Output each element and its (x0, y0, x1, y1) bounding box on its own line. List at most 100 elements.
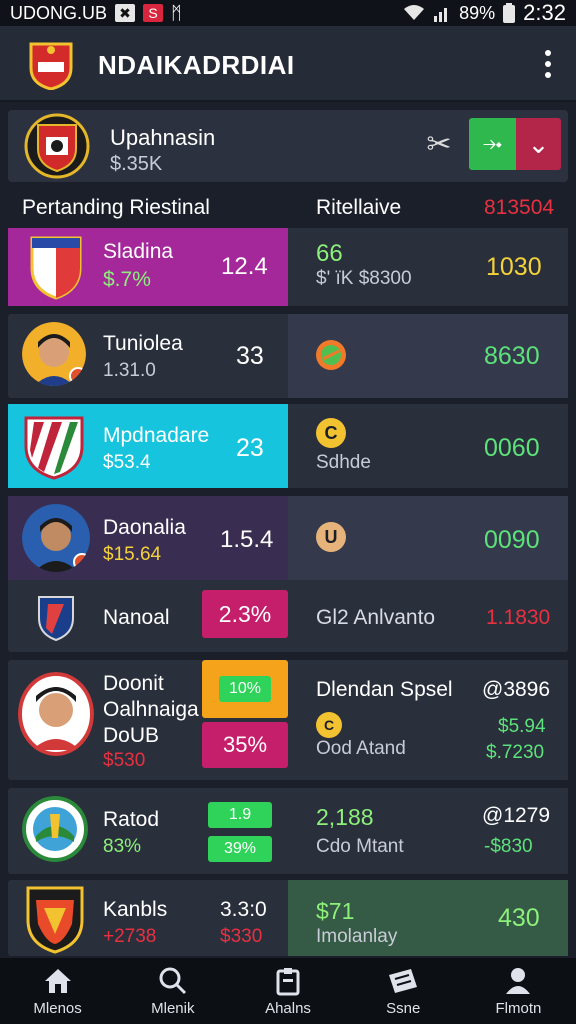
nav-label: Ssne (386, 999, 421, 1017)
ball-icon (321, 345, 341, 365)
overflow-menu-button[interactable] (536, 48, 560, 80)
column-header-left: Pertanding Riestinal (22, 196, 210, 219)
menu-dot-icon (545, 60, 551, 67)
row-name: Ratod (103, 808, 160, 831)
team-crest-icon (30, 236, 82, 300)
team-crest-icon (24, 416, 84, 480)
table-row[interactable]: Doonit Oalhnaiga DoUB $530 10% 35% Dlend… (8, 660, 568, 780)
row-mid-top: Dlendan Spsel (316, 678, 453, 701)
avatar (18, 672, 94, 756)
row-right-bottom: -$830 (484, 836, 533, 857)
coin-icon: C (316, 712, 342, 738)
wifi-icon (404, 5, 425, 20)
percent-badge-container: 10% (202, 660, 288, 718)
row-name: Mpdnadare (103, 424, 210, 447)
row-sub: $530 (103, 750, 146, 771)
nav-label: Flmotn (495, 999, 542, 1017)
row-sub: $53.4 (103, 452, 151, 473)
table-row-group[interactable]: Daonalia $15.64 1.5.4 U 0090 Nanoal 2.3%… (8, 496, 568, 652)
home-icon (42, 966, 74, 996)
row-value: 23 (236, 434, 264, 462)
clipboard-icon (272, 966, 304, 996)
row-name: DoUB (103, 724, 160, 747)
menu-dot-icon (545, 50, 551, 57)
team-crest-icon (22, 796, 88, 862)
profile-name: Upahnasin (110, 125, 216, 150)
row-mid-bottom: Cdo Mtant (316, 836, 404, 857)
battery-percent: 89% (459, 2, 496, 23)
team-crest-icon (26, 886, 84, 954)
row-name: Daonalia (103, 516, 186, 539)
row-sub: 1.31.0 (103, 360, 156, 381)
battery-icon (503, 3, 516, 23)
column-header-mid: Ritellaive (316, 196, 402, 219)
row-mid-bottom: Ood Atand (316, 738, 406, 759)
row-value-bottom: $330 (220, 926, 263, 947)
nav-item-clipboard[interactable]: Ahalns (230, 958, 345, 1024)
row-name: Oalhnaiga (103, 698, 199, 721)
row-right: 8630 (484, 342, 540, 370)
accept-button[interactable]: ⤞ (469, 118, 516, 170)
nav-item-profile[interactable]: Flmotn (461, 958, 576, 1024)
row-right-bottom: $.7230 (486, 742, 545, 763)
table-row[interactable]: Mpdnadare $53.4 23 C Sdhde 0060 (8, 404, 568, 488)
row-mid-top: 2,188 (316, 804, 374, 830)
coin-icon: U (316, 522, 346, 552)
nav-label: Mlenos (33, 999, 82, 1017)
app-bar: NDAIKADRDIAI (0, 26, 576, 102)
percent-badge: 2.3% (202, 590, 288, 638)
row-name: Kanbls (103, 898, 168, 921)
arrow-icon: ⤞ (482, 130, 503, 157)
profile-card[interactable]: Upahnasin $.35K ✂ ⤞ ⌄ (8, 110, 568, 182)
row-mid-bottom: Sdhde (316, 452, 371, 473)
row-right: 430 (498, 904, 540, 932)
row-right: 1.1830 (486, 606, 551, 629)
team-crest-icon (38, 596, 74, 642)
app-notification-icon: S (143, 4, 164, 22)
row-right: 0060 (484, 434, 540, 462)
row-sub: +2738 (103, 926, 157, 947)
ticket-icon (387, 966, 419, 996)
carrier-label: UDONG.UB (10, 2, 108, 23)
action-toggle[interactable]: ⤞ ⌄ (469, 118, 561, 170)
nav-item-search[interactable]: Mlenik (115, 958, 230, 1024)
row-sub: $15.64 (103, 544, 162, 565)
table-row[interactable]: Tuniolea 1.31.0 33 8630 (8, 314, 568, 398)
sport-icon (316, 340, 346, 370)
notification-icon: ✖ (115, 4, 136, 22)
row-sub: 83% (103, 836, 142, 857)
row-mid-bottom: Imolanlay (316, 926, 398, 947)
club-emblem (24, 113, 90, 179)
table-row[interactable]: Sladina $.7% 12.4 66 $' ïK $8300 1030 (8, 228, 568, 306)
nav-item-home[interactable]: Mlenos (0, 958, 115, 1024)
row-value: 12.4 (221, 253, 268, 280)
scissors-icon[interactable]: ✂ (422, 128, 456, 162)
row-mid-top: $71 (316, 898, 355, 924)
avatar (22, 322, 86, 386)
percent-badge: 35% (202, 722, 288, 768)
row-mid: Gl2 Anlvanto (316, 606, 436, 629)
row-right-top: @1279 (482, 804, 551, 827)
table-row[interactable]: Kanbls +2738 3.3:0 $330 $71 Imolanlay 43… (8, 880, 568, 956)
profile-amount: $.35K (110, 153, 163, 175)
bottom-navigation: Mlenos Mlenik Ahalns Ssne Flmotn (0, 958, 576, 1024)
row-value: 1.5.4 (220, 526, 274, 553)
signal-icon (434, 8, 448, 22)
row-right-panel (288, 788, 568, 874)
row-value: 33 (236, 342, 264, 370)
menu-dot-icon (545, 71, 551, 78)
row-value-top: 3.3:0 (220, 898, 267, 921)
nav-item-ticket[interactable]: Ssne (346, 958, 461, 1024)
status-bar: UDONG.UB ✖ S ᛗ 89% 2:32 (0, 0, 576, 26)
app-logo (29, 42, 73, 90)
row-name: Tuniolea (103, 332, 183, 355)
app-title: NDAIKADRDIAI (98, 50, 295, 80)
row-right-top: @3896 (482, 678, 551, 701)
decline-button[interactable]: ⌄ (516, 118, 561, 170)
profile-icon (502, 966, 534, 996)
row-name: Doonit (103, 672, 164, 695)
extra-notification-icon: ᛗ (171, 2, 182, 23)
row-sub: $.7% (103, 268, 151, 291)
table-row[interactable]: Ratod 83% 1.9 39% 2,188 Cdo Mtant @1279 … (8, 788, 568, 874)
column-header-right: 813504 (484, 196, 555, 219)
